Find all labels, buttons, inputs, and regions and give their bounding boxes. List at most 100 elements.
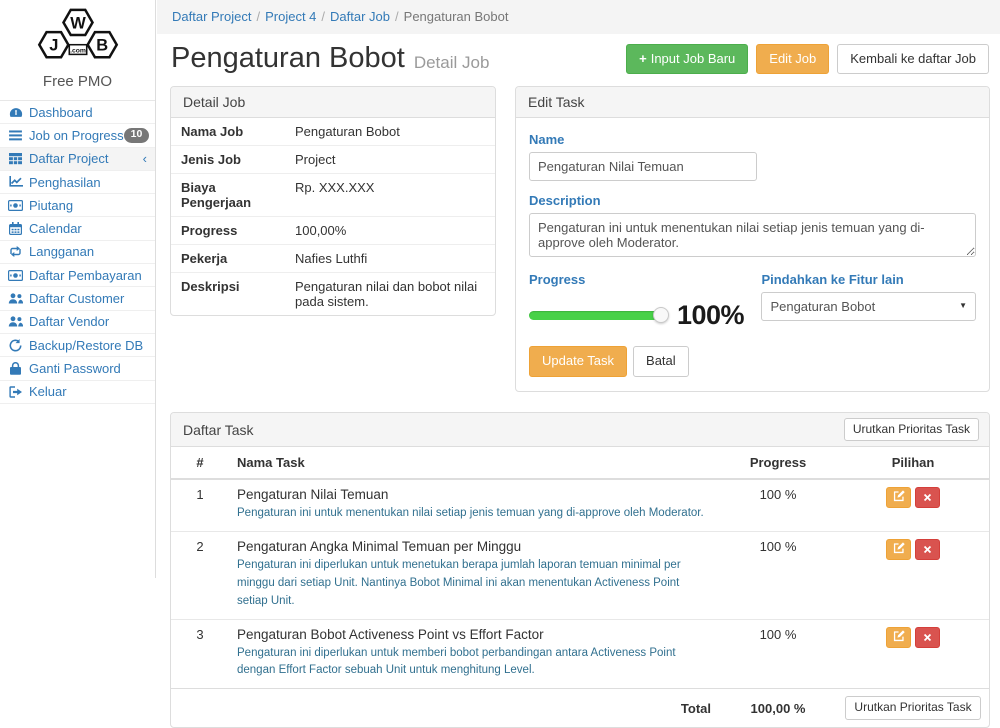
sidebar-menu: DashboardJob on Progress10Daftar Project… — [0, 100, 155, 404]
task-progress: 100 % — [719, 619, 837, 689]
detail-row: Jenis JobProject — [171, 145, 495, 173]
sidebar-item-label: Calendar — [29, 221, 82, 236]
delete-x-icon — [923, 490, 932, 505]
page-title: Pengaturan Bobot — [171, 43, 405, 75]
breadcrumb: Daftar Project/Project 4/Daftar Job/Peng… — [157, 0, 1000, 34]
delete-task-button[interactable] — [915, 627, 940, 648]
detail-job-title: Detail Job — [171, 87, 495, 118]
refresh-icon — [7, 339, 24, 352]
kembali-button[interactable]: Kembali ke daftar Job — [837, 44, 989, 75]
sidebar-item-piutang[interactable]: Piutang — [0, 194, 155, 217]
table-icon — [7, 153, 24, 165]
sidebar-item-label: Piutang — [29, 198, 73, 213]
detail-value: 100,00% — [285, 216, 495, 244]
sidebar-item-daftar-project[interactable]: Daftar Project ‹ — [0, 148, 155, 171]
task-row: 3Pengaturan Bobot Activeness Point vs Ef… — [171, 619, 989, 689]
edit-task-button[interactable] — [886, 627, 911, 648]
delete-task-button[interactable] — [915, 539, 940, 560]
money-icon — [7, 270, 24, 281]
edit-task-button[interactable] — [886, 487, 911, 508]
daftar-task-title: Daftar Task — [183, 422, 254, 438]
task-number: 3 — [171, 619, 229, 689]
task-progress: 100 % — [719, 532, 837, 619]
detail-label: Biaya Pengerjaan — [171, 173, 285, 216]
sidebar-item-label: Keluar — [29, 384, 67, 399]
breadcrumb-separator: / — [321, 9, 325, 24]
detail-row: Biaya PengerjaanRp. XXX.XXX — [171, 173, 495, 216]
jwb-logo: J B W .com — [27, 6, 129, 66]
sidebar-item-label: Backup/Restore DB — [29, 338, 143, 353]
total-label: Total — [229, 689, 719, 727]
sidebar-item-daftar-customer[interactable]: Daftar Customer — [0, 287, 155, 310]
urutkan-prioritas-button-top[interactable]: Urutkan Prioritas Task — [844, 418, 979, 442]
delete-task-button[interactable] — [915, 487, 940, 508]
task-description-textarea[interactable]: Pengaturan ini untuk menentukan nilai se… — [529, 213, 976, 257]
breadcrumb-link[interactable]: Project 4 — [265, 9, 316, 24]
edit-task-panel: Edit Task Name Description Pengaturan in… — [515, 86, 990, 392]
delete-x-icon — [923, 542, 932, 557]
breadcrumb-separator: / — [256, 9, 260, 24]
progress-percent: 100% — [677, 300, 744, 331]
sidebar-item-backup-restore-db[interactable]: Backup/Restore DB — [0, 334, 155, 357]
sidebar-item-daftar-pembayaran[interactable]: Daftar Pembayaran — [0, 264, 155, 287]
urutkan-prioritas-button-bottom[interactable]: Urutkan Prioritas Task — [845, 696, 980, 720]
detail-row: Progress100,00% — [171, 216, 495, 244]
sidebar-item-label: Daftar Customer — [29, 291, 124, 306]
breadcrumb-link[interactable]: Daftar Job — [330, 9, 390, 24]
breadcrumb-separator: / — [395, 9, 399, 24]
edit-job-button[interactable]: Edit Job — [756, 44, 829, 75]
header-buttons: +Input Job Baru Edit Job Kembali ke daft… — [626, 44, 989, 75]
sidebar-item-label: Penghasilan — [29, 175, 101, 190]
sidebar-item-daftar-vendor[interactable]: Daftar Vendor — [0, 311, 155, 334]
retweet-icon — [7, 246, 24, 257]
task-row: 2Pengaturan Angka Minimal Temuan per Min… — [171, 532, 989, 619]
detail-label: Deskripsi — [171, 272, 285, 315]
sidebar-item-label: Daftar Project — [29, 151, 108, 166]
line-chart-icon — [7, 176, 24, 188]
task-name: Pengaturan Angka Minimal Temuan per Ming… — [237, 539, 711, 554]
sidebar-item-calendar[interactable]: Calendar — [0, 217, 155, 240]
move-feature-label: Pindahkan ke Fitur lain — [761, 272, 976, 287]
total-value: 100,00 % — [719, 689, 837, 727]
task-row: 1Pengaturan Nilai TemuanPengaturan ini u… — [171, 479, 989, 531]
dashboard-icon — [7, 106, 24, 118]
description-label: Description — [529, 193, 976, 208]
edit-task-button[interactable] — [886, 539, 911, 560]
content-area: Daftar Project / Project 4 / Daftar Job / Peng… — [157, 0, 1000, 728]
edit-task-title: Edit Task — [516, 87, 989, 118]
sidebar: J B W .com Free PMO Dashboard Job on Prog… — [0, 0, 156, 578]
chevron-left-icon: ‹ — [143, 152, 147, 165]
task-description: Pengaturan ini diperlukan untuk memberi … — [237, 645, 711, 681]
task-progress: 100 % — [719, 479, 837, 531]
sidebar-item-label: Dashboard — [29, 105, 93, 120]
sidebar-item-penghasilan[interactable]: Penghasilan — [0, 171, 155, 194]
move-feature-select[interactable]: Pengaturan Bobot — [761, 292, 976, 321]
detail-label: Nama Job — [171, 118, 285, 146]
calendar-icon — [7, 222, 24, 235]
progress-slider[interactable] — [529, 311, 661, 320]
detail-value: Pengaturan Bobot — [285, 118, 495, 146]
sidebar-item-dashboard[interactable]: Dashboard — [0, 101, 155, 124]
sidebar-item-langganan[interactable]: Langganan — [0, 241, 155, 264]
update-task-button[interactable]: Update Task — [529, 346, 627, 377]
sidebar-item-keluar[interactable]: Keluar — [0, 381, 155, 404]
list-icon — [7, 130, 24, 141]
task-name-input[interactable] — [529, 152, 757, 181]
task-description: Pengaturan ini diperlukan untuk menetuka… — [237, 557, 711, 610]
progress-slider-handle[interactable] — [653, 307, 669, 323]
sidebar-item-ganti-password[interactable]: Ganti Password — [0, 357, 155, 380]
sidebar-item-job-on-progress[interactable]: Job on Progress10 — [0, 124, 155, 147]
pencil-square-icon — [893, 630, 905, 645]
col-header-nama-task: Nama Task — [229, 447, 719, 479]
svg-text:B: B — [96, 37, 108, 55]
pencil-square-icon — [893, 542, 905, 557]
detail-job-panel: Detail Job Nama JobPengaturan BobotJenis… — [170, 86, 496, 316]
logo-block: J B W .com Free PMO — [0, 0, 155, 90]
sidebar-item-label: Ganti Password — [29, 361, 121, 376]
input-job-baru-button[interactable]: +Input Job Baru — [626, 44, 748, 75]
breadcrumb-link[interactable]: Daftar Project — [172, 9, 251, 24]
detail-job-table: Nama JobPengaturan BobotJenis JobProject… — [171, 118, 495, 315]
lock-icon — [7, 362, 24, 375]
col-header-num: # — [171, 447, 229, 479]
batal-button[interactable]: Batal — [633, 346, 689, 377]
